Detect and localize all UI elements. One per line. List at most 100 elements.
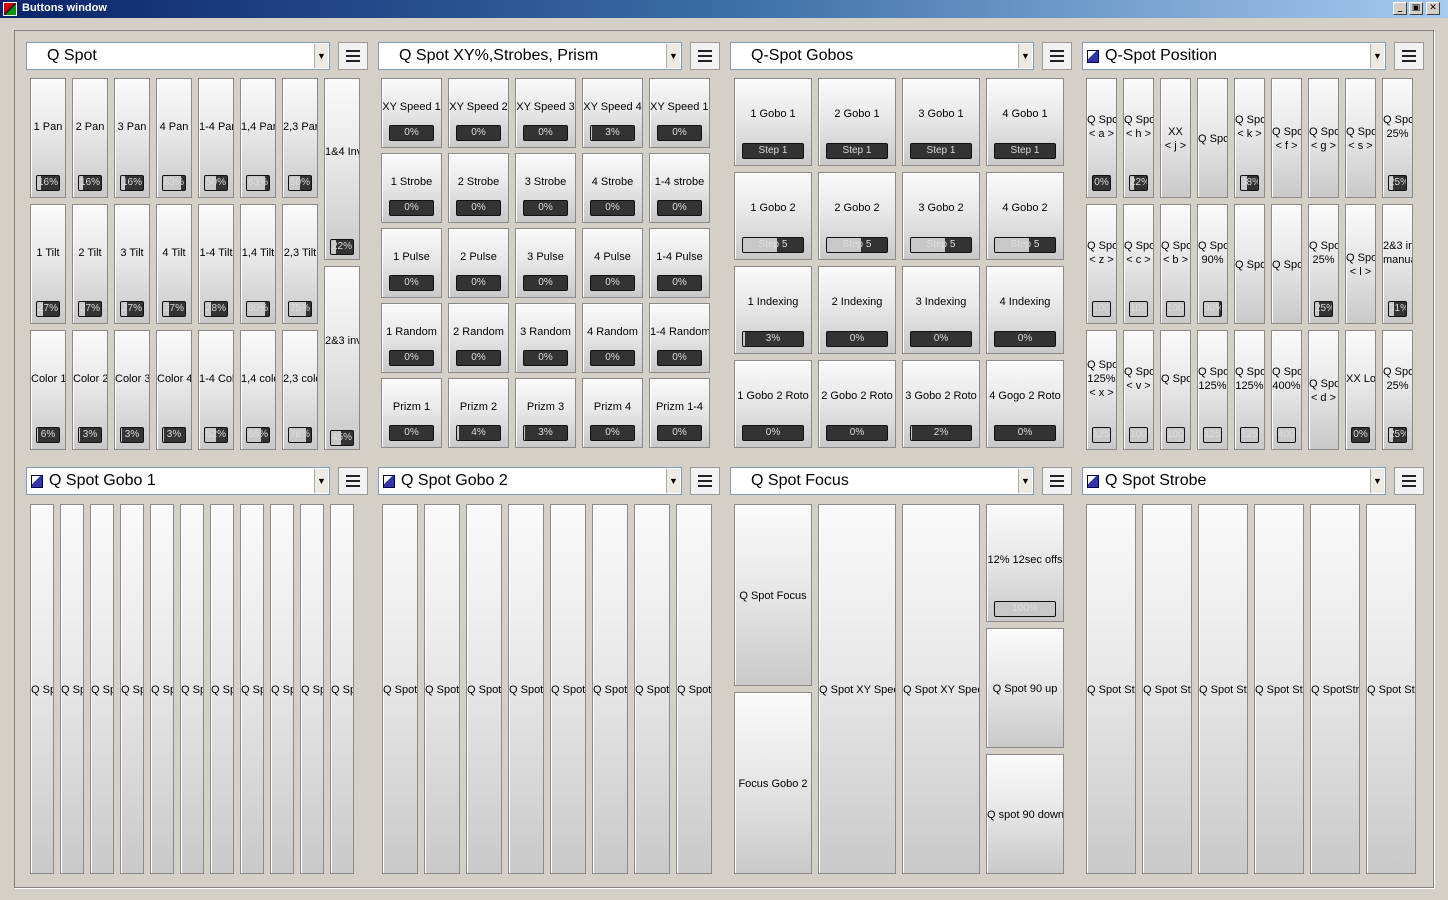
cue-button[interactable]: 1 Indexing 3%	[734, 266, 812, 354]
cue-button[interactable]: 1 Pan 16%	[30, 78, 66, 198]
cue-button[interactable]: 1,4 Tilt 80%	[240, 204, 276, 324]
menu-icon[interactable]	[1042, 42, 1072, 70]
cue-button[interactable]: 4 Pulse 0%	[582, 228, 643, 298]
cue-button[interactable]: 3 Tilt 27%	[114, 204, 150, 324]
cue-button[interactable]: Q Spot 90% 90%	[1197, 204, 1228, 324]
cue-button[interactable]: Q Spot < h > 22%	[1123, 78, 1154, 198]
menu-icon[interactable]	[338, 42, 368, 70]
cue-button[interactable]: Q Sp	[30, 504, 54, 874]
cue-button[interactable]: 2 Gobo 2 Roto 0%	[818, 360, 896, 448]
cue-button[interactable]: XY Speed 2 0%	[448, 78, 509, 148]
cue-button[interactable]: Q Spot Str	[1254, 504, 1304, 874]
cue-button[interactable]: 2 Gobo 2 Step 5	[818, 172, 896, 260]
cue-button[interactable]: Q Spot < g >	[1308, 78, 1339, 198]
cue-button[interactable]: Q Spot Str	[1366, 504, 1416, 874]
panel-dropdown[interactable]: Q Spot Strobe ▼	[1082, 467, 1386, 495]
cue-button[interactable]: XY Speed 1- 0%	[649, 78, 710, 148]
cue-button[interactable]: 2 Indexing 0%	[818, 266, 896, 354]
cue-button[interactable]: Prizm 1 0%	[381, 378, 442, 448]
cue-button[interactable]: XY Speed 4 3%	[582, 78, 643, 148]
cue-button[interactable]: Q Sp	[330, 504, 354, 874]
cue-button[interactable]: Q Spot 25% 25%	[1382, 330, 1413, 450]
cue-button[interactable]: 2 Random 0%	[448, 303, 509, 373]
cue-button[interactable]: 1-4 Pan 50%	[198, 78, 234, 198]
cue-button[interactable]: 4 Gogo 2 Roto 0%	[986, 360, 1064, 448]
cue-button[interactable]: Q Spot < v > 100%	[1123, 330, 1154, 450]
cue-button[interactable]: Q Sp	[210, 504, 234, 874]
cue-button[interactable]: XY Speed 1 0%	[381, 78, 442, 148]
cue-button[interactable]: 1-4 Random 0%	[649, 303, 710, 373]
cue-button[interactable]: Q Spot	[676, 504, 712, 874]
cue-button[interactable]: Q Spot < s >	[1345, 78, 1376, 198]
cue-button[interactable]: 3 Pulse 0%	[515, 228, 576, 298]
cue-button[interactable]: 12% 12sec offs 100%	[986, 504, 1064, 622]
chevron-down-icon[interactable]: ▼	[1370, 44, 1384, 68]
cue-button[interactable]: Q Spot < c > 100%	[1123, 204, 1154, 324]
menu-icon[interactable]	[1394, 467, 1424, 495]
cue-button[interactable]: Q Spot	[550, 504, 586, 874]
cue-button[interactable]: Q Spot	[508, 504, 544, 874]
cue-button[interactable]: Q Spot Focus	[734, 504, 812, 686]
cue-button[interactable]: 2 Strobe 0%	[448, 153, 509, 223]
cue-button[interactable]: 1 Pulse 0%	[381, 228, 442, 298]
cue-button[interactable]: 3 Pan 16%	[114, 78, 150, 198]
cue-button[interactable]: Q Sp	[90, 504, 114, 874]
cue-button[interactable]: 4 Gobo 1 Step 1	[986, 78, 1064, 166]
cue-button[interactable]: 1-4 strobe 0%	[649, 153, 710, 223]
cue-button[interactable]: Color 4 3%	[156, 330, 192, 450]
cue-button[interactable]: Q Spot < k > 38%	[1234, 78, 1265, 198]
menu-icon[interactable]	[690, 42, 720, 70]
cue-button[interactable]: Q Sp	[150, 504, 174, 874]
cue-button[interactable]: 1,4 Pan 83%	[240, 78, 276, 198]
cue-button[interactable]: Prizm 2 4%	[448, 378, 509, 448]
cue-button[interactable]: Q Sp	[300, 504, 324, 874]
cue-button[interactable]: Prizm 3 3%	[515, 378, 576, 448]
cue-button[interactable]: 4 Indexing 0%	[986, 266, 1064, 354]
cue-button[interactable]: Q Spot 400% 400%	[1271, 330, 1302, 450]
cue-button[interactable]: Q Spot < l >	[1345, 204, 1376, 324]
cue-button[interactable]: Prizm 1-4 0%	[649, 378, 710, 448]
cue-button[interactable]: Q Spot 125% < x > 125%	[1086, 330, 1117, 450]
cue-button[interactable]: 1-4 Tilt 28%	[198, 204, 234, 324]
cue-button[interactable]: Q Spot 90 up	[986, 628, 1064, 748]
cue-button[interactable]: 4 Gobo 2 Step 5	[986, 172, 1064, 260]
cue-button[interactable]: Q Spot	[592, 504, 628, 874]
minimize-button[interactable]: _	[1393, 2, 1407, 15]
chevron-down-icon[interactable]: ▼	[314, 469, 328, 493]
cue-button[interactable]: Q spot 90 down	[986, 754, 1064, 874]
chevron-down-icon[interactable]: ▼	[314, 44, 328, 68]
cue-button[interactable]: Q Spot 25% 25%	[1382, 78, 1413, 198]
cue-button[interactable]: 1 Tilt 27%	[30, 204, 66, 324]
cue-button[interactable]: 1 Gobo 2 Roto 0%	[734, 360, 812, 448]
cue-button[interactable]: XY Speed 3 0%	[515, 78, 576, 148]
cue-button[interactable]: 4 Tilt 27%	[156, 204, 192, 324]
cue-button[interactable]: 3 Strobe 0%	[515, 153, 576, 223]
chevron-down-icon[interactable]: ▼	[1018, 44, 1032, 68]
cue-button[interactable]: 2 Pan 16%	[72, 78, 108, 198]
panel-dropdown[interactable]: Q Spot XY%,Strobes, Prism ▼	[378, 42, 682, 70]
cue-button[interactable]: Q Spot Str	[1086, 504, 1136, 874]
cue-button[interactable]: Prizm 4 0%	[582, 378, 643, 448]
cue-button[interactable]: Q Spot 100%	[1160, 330, 1191, 450]
cue-button[interactable]: 3 Indexing 0%	[902, 266, 980, 354]
cue-button[interactable]: 1-4 Pulse 0%	[649, 228, 710, 298]
cue-button[interactable]: 2,3 Tilt 75%	[282, 204, 318, 324]
cue-button[interactable]: Q Spot	[1271, 204, 1302, 324]
cue-button[interactable]: 2&3 inv 45%	[324, 266, 360, 450]
cue-button[interactable]: Q Spot XY Spee	[818, 504, 896, 874]
chevron-down-icon[interactable]: ▼	[666, 44, 680, 68]
cue-button[interactable]: Color 1 6%	[30, 330, 66, 450]
chevron-down-icon[interactable]: ▼	[1018, 469, 1032, 493]
cue-button[interactable]: Q Spot Str	[1142, 504, 1192, 874]
chevron-down-icon[interactable]: ▼	[1370, 469, 1384, 493]
cue-button[interactable]: 2&3 in manua 31%	[1382, 204, 1413, 324]
cue-button[interactable]: Q Spot 125% 125%	[1197, 330, 1228, 450]
cue-button[interactable]: Q Spot	[1197, 78, 1228, 198]
cue-button[interactable]: 4 Pan 83%	[156, 78, 192, 198]
cue-button[interactable]: 1 Gobo 1 Step 1	[734, 78, 812, 166]
cue-button[interactable]: 1-4 Col 52%	[198, 330, 234, 450]
menu-icon[interactable]	[690, 467, 720, 495]
cue-button[interactable]: Q Spot Str	[1198, 504, 1248, 874]
panel-dropdown[interactable]: Q-Spot Gobos ▼	[730, 42, 1034, 70]
cue-button[interactable]: 3 Gobo 2 Roto 2%	[902, 360, 980, 448]
